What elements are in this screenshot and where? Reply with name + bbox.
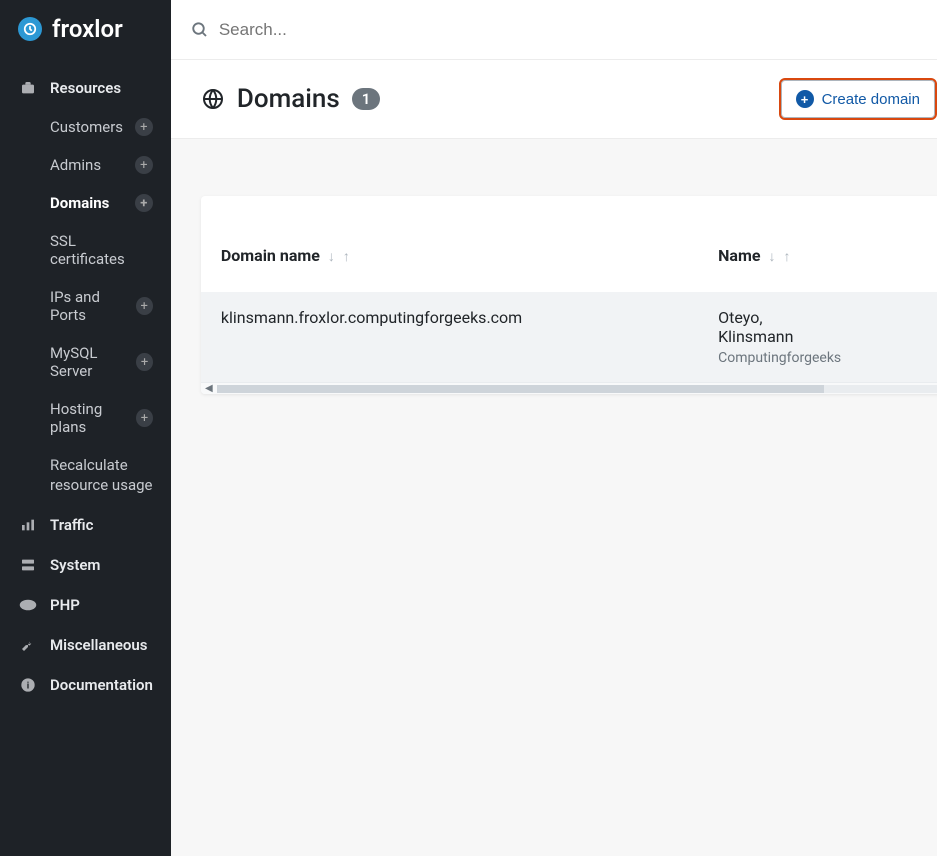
th-name-label: Name (718, 246, 760, 265)
nav-sub-admins[interactable]: Admins + (0, 146, 171, 184)
nav-sub-label: Customers (50, 118, 123, 136)
page-actions: + Create domain Import Domains (781, 80, 937, 118)
cell-domain: klinsmann.froxlor.computingforgeeks.com (201, 292, 698, 382)
nav-system-label: System (50, 556, 100, 574)
nav-sub-label: IPs and Ports (50, 288, 136, 324)
cell-name: Oteyo, Klinsmann Computingforgeeks (698, 292, 936, 382)
scroll-track[interactable] (217, 385, 937, 393)
php-icon (18, 599, 38, 611)
info-icon: i (18, 677, 38, 693)
create-domain-button[interactable]: + Create domain (781, 80, 935, 118)
nav-sub-ips[interactable]: IPs and Ports + (0, 278, 171, 334)
nav-misc[interactable]: Miscellaneous (0, 625, 171, 665)
nav-sub-hosting[interactable]: Hosting plans + (0, 390, 171, 446)
table-scroll[interactable]: Domain name ↓ ↑ Name ↓ ↑ Username (201, 196, 937, 382)
nav-docs[interactable]: i Documentation (0, 665, 171, 705)
nav-traffic[interactable]: Traffic (0, 505, 171, 545)
add-mysql-icon[interactable]: + (136, 353, 153, 371)
nav-sub-mysql[interactable]: MySQL Server + (0, 334, 171, 390)
nav-sub-ssl[interactable]: SSL certificates (0, 222, 171, 278)
topbar: ✓ (171, 0, 937, 60)
sort-domain-desc-icon[interactable]: ↓ (328, 249, 335, 265)
nav-sub-customers[interactable]: Customers + (0, 108, 171, 146)
th-domain-label: Domain name (221, 246, 320, 265)
search-wrap (191, 20, 937, 40)
main: ✓ Domains 1 (171, 0, 937, 856)
add-hostingplan-icon[interactable]: + (136, 409, 153, 427)
nav-sub-domains[interactable]: Domains + (0, 184, 171, 222)
page-header: Domains 1 + Create domain Import Domains (171, 60, 937, 139)
nav: Resources Customers + Admins + Domains +… (0, 58, 171, 705)
cell-name-line2: Klinsmann (718, 327, 916, 346)
domains-table: Domain name ↓ ↑ Name ↓ ↑ Username (201, 196, 937, 382)
nav-sub-label: Admins (50, 156, 101, 174)
th-name: Name ↓ ↑ (698, 196, 936, 292)
nav-sub-recalc[interactable]: Recalculate resource usage (0, 446, 171, 505)
nav-sub-label: Recalculate resource usage (50, 456, 153, 495)
domain-count-badge: 1 (352, 88, 381, 110)
sidebar: froxlor Resources Customers + Admins + D… (0, 0, 171, 856)
add-ip-icon[interactable]: + (136, 297, 153, 315)
nav-misc-label: Miscellaneous (50, 636, 148, 654)
nav-system[interactable]: System (0, 545, 171, 585)
brand-logo-icon (18, 17, 42, 41)
server-icon (18, 557, 38, 573)
th-domain: Domain name ↓ ↑ (201, 196, 698, 292)
cell-name-line1: Oteyo, (718, 308, 916, 327)
search-input[interactable] (219, 20, 519, 40)
chart-icon (18, 517, 38, 533)
nav-traffic-label: Traffic (50, 516, 93, 534)
nav-sub-label: MySQL Server (50, 344, 136, 380)
add-customer-icon[interactable]: + (135, 118, 153, 136)
nav-docs-label: Documentation (50, 676, 153, 694)
domains-table-card: Domain name ↓ ↑ Name ↓ ↑ Username (201, 196, 937, 394)
brand-name: froxlor (52, 15, 123, 43)
nav-sub-label: Hosting plans (50, 400, 136, 436)
wrench-icon (18, 637, 38, 653)
nav-resources-label: Resources (50, 79, 121, 97)
sort-name-desc-icon[interactable]: ↓ (768, 249, 775, 265)
cell-company: Computingforgeeks (718, 350, 916, 366)
nav-sub-label: Domains (50, 194, 109, 212)
table-row[interactable]: klinsmann.froxlor.computingforgeeks.com … (201, 292, 937, 382)
svg-text:i: i (27, 680, 29, 691)
add-domain-icon[interactable]: + (135, 194, 153, 212)
brand[interactable]: froxlor (0, 0, 171, 58)
nav-sub-label: SSL certificates (50, 232, 153, 268)
nav-php[interactable]: PHP (0, 585, 171, 625)
page-title-wrap: Domains 1 (201, 84, 380, 114)
plus-circle-icon: + (796, 90, 814, 108)
create-domain-label: Create domain (822, 91, 920, 108)
content: Domain name ↓ ↑ Name ↓ ↑ Username (171, 139, 937, 424)
add-admin-icon[interactable]: + (135, 156, 153, 174)
scroll-thumb[interactable] (217, 385, 825, 393)
sort-domain-asc-icon[interactable]: ↑ (343, 249, 350, 265)
globe-icon (201, 87, 225, 111)
nav-php-label: PHP (50, 596, 80, 614)
page-title: Domains (237, 84, 340, 114)
briefcase-icon (18, 80, 38, 96)
scroll-left-icon[interactable]: ◀ (201, 383, 217, 394)
sort-name-asc-icon[interactable]: ↑ (783, 249, 790, 265)
horizontal-scrollbar[interactable]: ◀ ▶ (201, 382, 937, 394)
nav-resources[interactable]: Resources (0, 68, 171, 108)
search-icon (191, 21, 209, 39)
